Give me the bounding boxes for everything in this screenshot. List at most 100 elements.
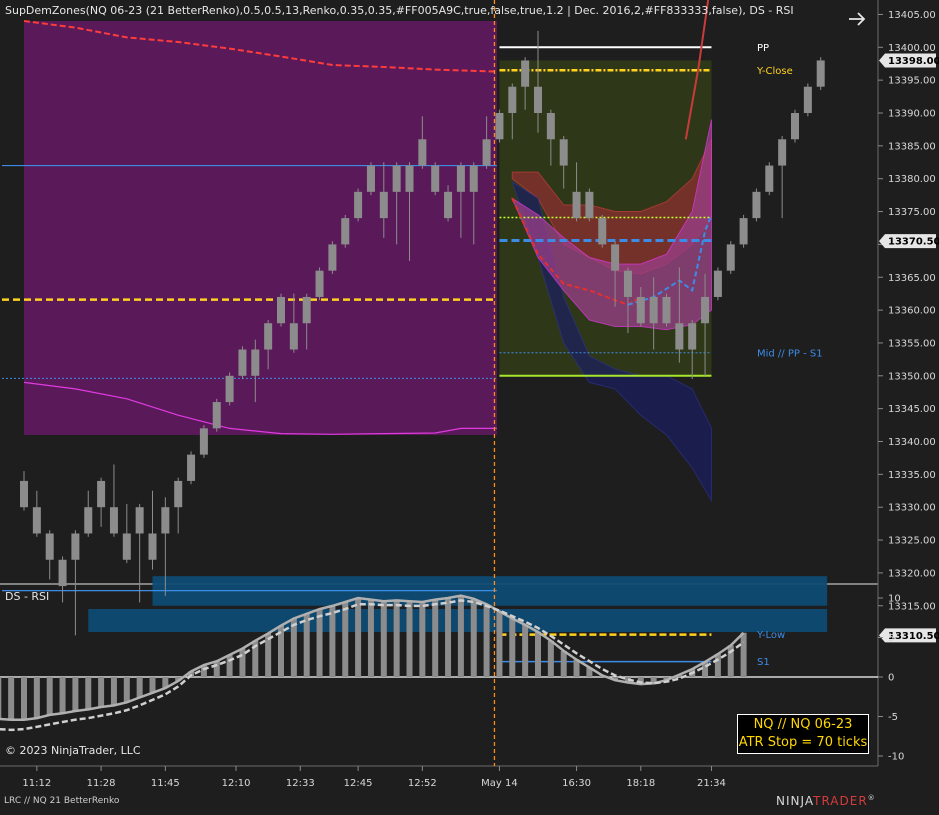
arrow-right-icon[interactable] [846,8,868,30]
candle-body [277,296,285,324]
rsi-bar [496,611,503,677]
time-tick-label: 21:34 [697,778,726,789]
logo-text-b: TRADER [813,794,868,808]
rsi-bar [98,677,105,708]
price-label: 13310.50 [888,631,939,642]
level-label: Y-Close [756,66,793,77]
rsi-bar [316,609,323,677]
rsi-bar [72,677,79,711]
candle-body [135,507,144,534]
time-tick-label: 18:18 [626,778,655,789]
price-tick-label: 13340.00 [888,437,936,448]
candle-body [405,165,414,192]
price-label: 13398.00 [888,56,939,67]
price-tick-label: 13320.00 [888,568,936,579]
price-label: 13370.50 [888,237,939,248]
candle-body [45,533,54,560]
price-tick-label: 13405.00 [888,10,936,21]
price-tick-label: 13355.00 [888,338,936,349]
candle-body [572,191,581,219]
rsi-bar [457,595,464,677]
candle-body [598,218,607,245]
candle-body [585,191,594,219]
candle-body [713,270,722,297]
candle-body [611,244,620,271]
rsi-bar [406,601,413,677]
candle-body [212,402,221,429]
chart-root: PP Y-Close Mid // PP - S1 Y-Low S1 13315.00 13… [0,0,939,811]
price-tick-label: 13380.00 [888,174,936,185]
candle-body [148,533,157,560]
price-tick-label: 13360.00 [888,306,936,317]
info-box: NQ // NQ 06-23 ATR Stop = 70 ticks [737,714,869,754]
price-tick-label: 13375.00 [888,207,936,218]
rsi-bar [213,661,220,677]
time-tick-label: May 14 [481,778,518,789]
candle-body [354,191,363,219]
level-label: Y-Low [756,630,785,641]
time-tick-label: 11:12 [22,778,51,789]
rsi-bar [290,618,297,677]
demand-zone-lower [88,609,828,633]
candle-body [546,113,555,140]
time-tick-label: 12:10 [222,778,251,789]
rsi-bar [740,632,747,677]
candle-body [765,165,774,192]
rsi-bar [483,604,490,677]
rsi-bar [393,600,400,677]
candle-body [379,191,388,219]
copyright: © 2023 NinjaTrader, LLC [5,744,141,757]
logo-text-a: NINJA [776,794,814,808]
candle-body [662,296,671,324]
candle-body [161,507,170,534]
candle-body [726,244,735,271]
candle-body [778,139,787,166]
candle-body [341,218,350,245]
info-box-line1: NQ // NQ 06-23 [753,717,853,732]
candle-body [495,113,504,140]
price-tick-label: 13335.00 [888,470,936,481]
price-tick-label: 13395.00 [888,76,936,87]
candle-body [636,296,645,324]
rsi-bar [714,654,721,677]
time-tick-label: 11:28 [87,778,116,789]
candle-body [456,165,465,192]
candle-body [791,113,799,140]
candle-body [199,428,208,455]
candle-body [688,323,697,350]
candle-body [174,480,183,508]
price-tick-label: 13390.00 [888,109,936,120]
candle-body [366,165,375,192]
candle-body [187,454,196,481]
candle-body [315,270,324,297]
candle-body [431,165,440,192]
candle-body [71,533,80,560]
time-tick-label: 16:30 [562,778,591,789]
rsi-bar [342,601,349,677]
candle-body [482,139,491,166]
price-tick-label: 13385.00 [888,141,936,152]
candle-body [58,559,67,587]
candle-body [418,139,427,166]
candle-body [675,323,684,350]
candle-body [803,86,812,113]
price-chart[interactable]: PPY-CloseMid // PP - S1Y-LowS113315.0013… [0,0,939,811]
level-label: Mid // PP - S1 [757,348,823,359]
rsi-bar [123,677,130,703]
candle-body [534,86,542,113]
candle-body [32,507,41,534]
candle-body [238,349,247,376]
candle-body [469,165,478,192]
rsi-bar [46,677,53,715]
candle-body [739,218,748,245]
rsi-bar [547,640,554,677]
info-box-line2: ATR Stop = 70 ticks [738,735,868,750]
rsi-bar [8,677,15,720]
rsi-bar [0,677,2,719]
candle-body [559,139,568,166]
time-tick-label: 12:33 [286,778,315,789]
candle-body [225,375,234,403]
candle-body [289,323,298,350]
footer-label: LRC // NQ 21 BetterRenko [4,796,120,806]
rsi-tick-label: -10 [888,752,904,763]
